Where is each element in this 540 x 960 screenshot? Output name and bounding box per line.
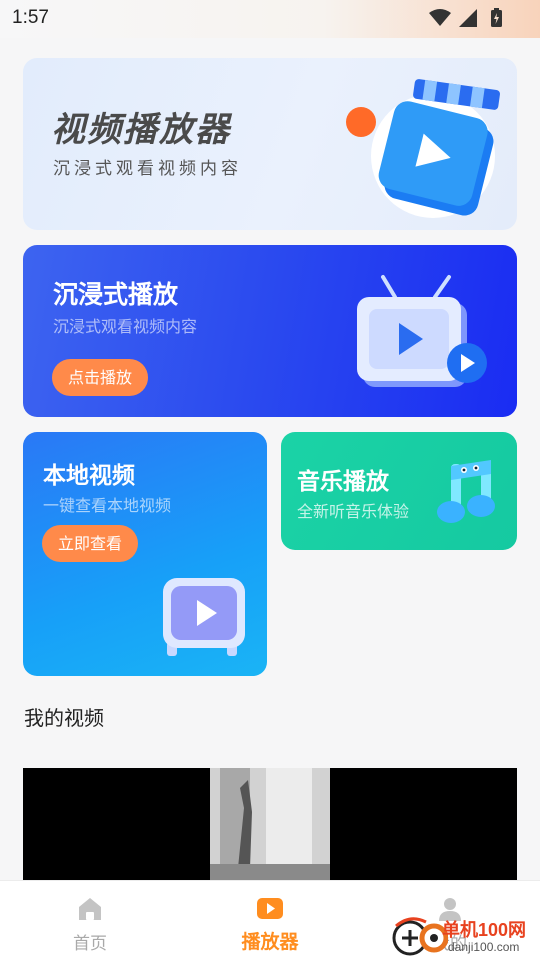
hero-card[interactable]: 视频播放器 沉浸式观看视频内容 [23, 58, 517, 230]
music-subtitle: 全新听音乐体验 [297, 502, 410, 521]
home-icon [79, 898, 101, 920]
music-note-icon [437, 460, 495, 523]
battery-charging-icon [491, 8, 502, 27]
video-player-3d-icon [346, 79, 500, 218]
immersive-title: 沉浸式播放 [53, 280, 179, 309]
watermark-brand: 单机100网 [442, 920, 527, 940]
view-now-button[interactable]: 立即查看 [42, 525, 139, 562]
play-icon [257, 898, 283, 919]
my-videos-title: 我的视频 [24, 706, 104, 730]
hero-title: 视频播放器 [51, 110, 231, 150]
video-frame-image [210, 768, 330, 880]
tab-player[interactable]: 播放器 [210, 881, 330, 960]
status-bar: 1:57 [0, 0, 540, 38]
tv-play-icon [163, 578, 245, 656]
local-video-card[interactable]: 本地视频 一键查看本地视频 立即查看 [23, 432, 267, 676]
local-title: 本地视频 [43, 463, 135, 489]
tab-home-label: 首页 [73, 934, 107, 954]
video-thumbnail[interactable] [23, 768, 517, 880]
tab-player-label: 播放器 [241, 931, 299, 953]
site-watermark: 单机100网 danji100.com [390, 914, 540, 960]
status-time: 1:57 [12, 7, 49, 28]
watermark-domain: danji100.com [448, 940, 520, 954]
tab-home[interactable]: 首页 [30, 881, 150, 960]
immersive-subtitle: 沉浸式观看视频内容 [53, 317, 198, 336]
music-title: 音乐播放 [297, 469, 389, 495]
signal-icon [459, 8, 477, 27]
local-subtitle: 一键查看本地视频 [43, 496, 172, 515]
hero-subtitle: 沉浸式观看视频内容 [53, 159, 242, 179]
watermark-logo-icon [392, 917, 449, 956]
music-play-card[interactable]: 音乐播放 全新听音乐体验 [281, 432, 517, 550]
tv-play-icon [357, 275, 487, 387]
click-play-button[interactable]: 点击播放 [52, 359, 149, 396]
wifi-icon [429, 8, 451, 26]
status-icons [429, 8, 502, 27]
video-scene-image [210, 768, 330, 880]
immersive-play-card[interactable]: 沉浸式播放 沉浸式观看视频内容 点击播放 [23, 245, 517, 417]
